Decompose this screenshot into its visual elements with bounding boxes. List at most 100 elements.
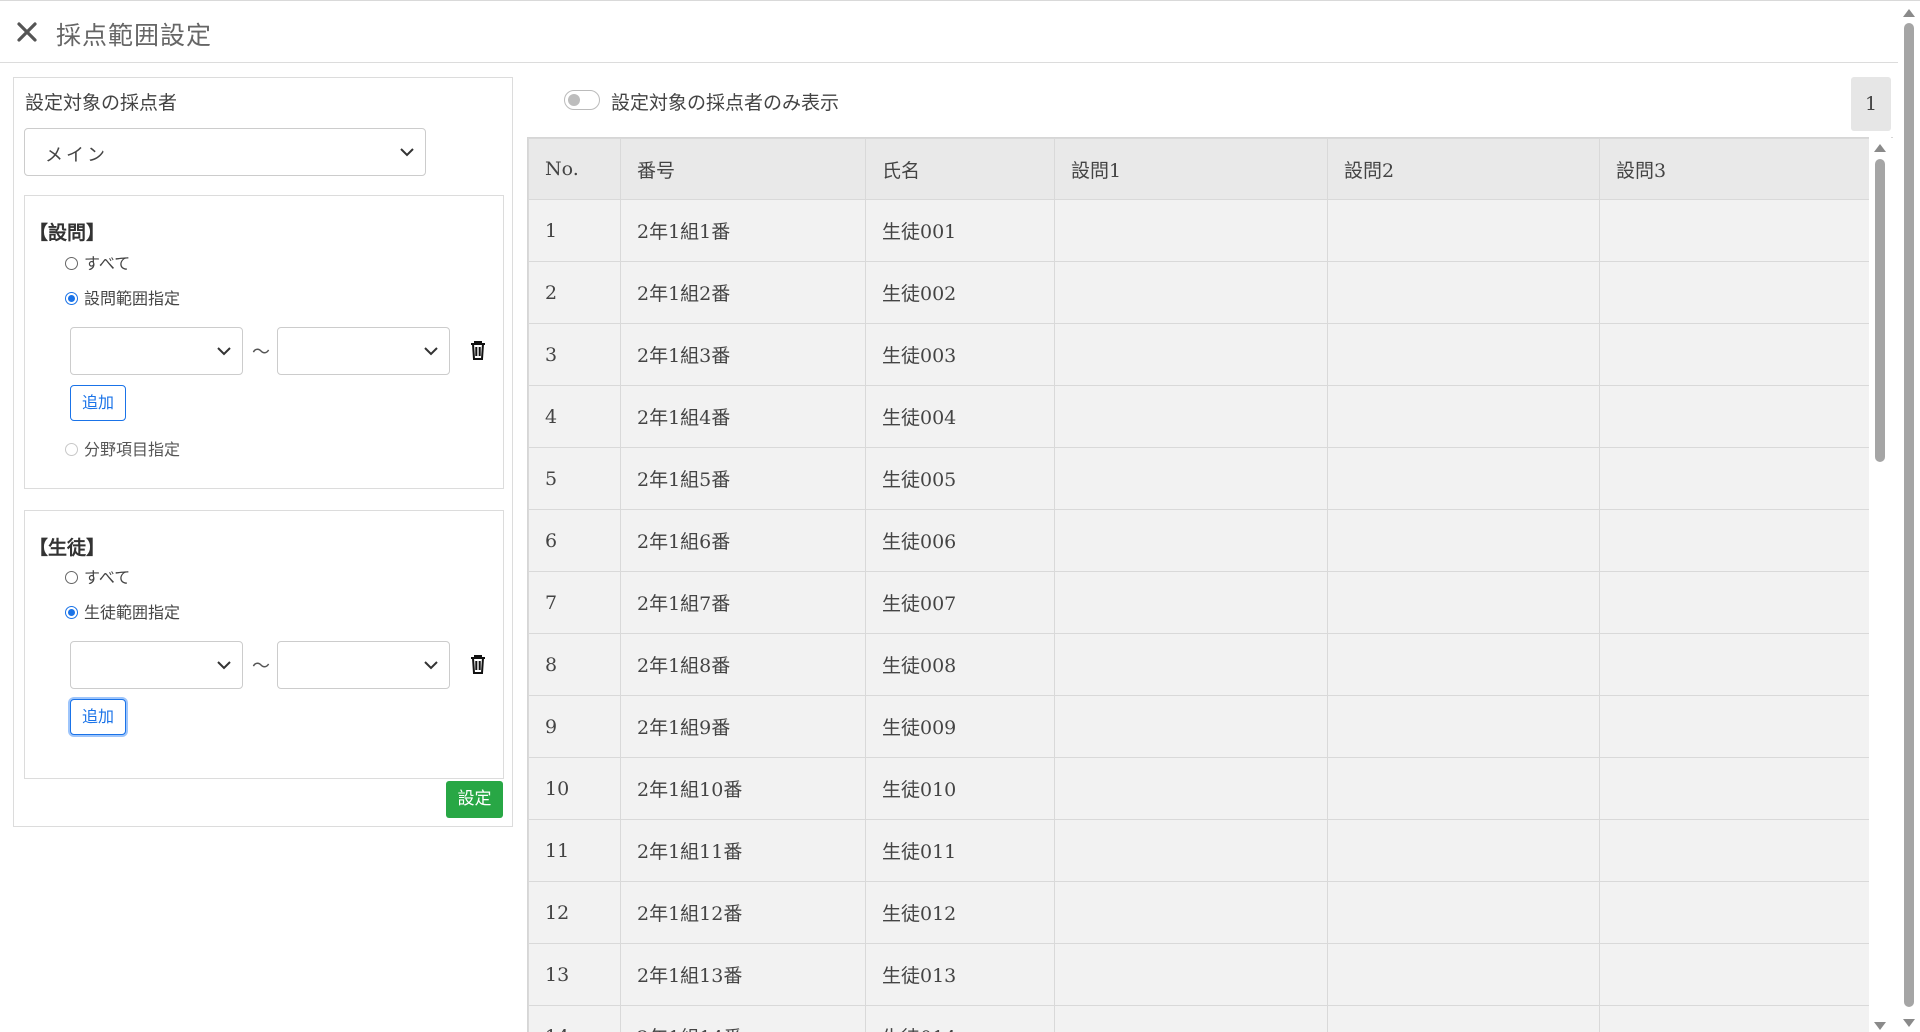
table-cell[interactable]: 生徒010 — [865, 757, 1055, 820]
table-cell[interactable]: 生徒009 — [865, 695, 1055, 758]
table-cell[interactable] — [1599, 447, 1871, 510]
table-cell[interactable] — [1327, 261, 1600, 324]
table-row[interactable]: 4 2年1組4番 生徒004 — [528, 385, 1871, 448]
table-cell[interactable] — [1054, 633, 1328, 696]
table-cell[interactable] — [1327, 881, 1600, 944]
set-button[interactable]: 設定 — [446, 781, 503, 818]
table-cell[interactable]: 生徒011 — [865, 819, 1055, 882]
table-cell[interactable] — [1054, 881, 1328, 944]
table-cell[interactable]: 8 — [528, 633, 621, 696]
scroll-up-arrow-icon[interactable] — [1874, 144, 1886, 152]
close-icon[interactable] — [14, 19, 40, 45]
table-cell[interactable] — [1054, 819, 1328, 882]
table-scrollbar-thumb[interactable] — [1875, 159, 1885, 462]
table-cell[interactable] — [1054, 509, 1328, 572]
table-row[interactable]: 142年1組14番生徒014 — [528, 1005, 1871, 1032]
table-cell[interactable]: 2年1組8番 — [620, 633, 866, 696]
table-row[interactable]: 5 2年1組5番 生徒005 — [528, 447, 1871, 510]
table-cell[interactable]: 2年1組11番 — [620, 819, 866, 882]
trash-icon[interactable] — [468, 653, 488, 675]
table-cell[interactable] — [1327, 1005, 1600, 1032]
table-row[interactable]: 12 2年1組12番 生徒012 — [528, 881, 1871, 944]
table-cell[interactable]: 2年1組10番 — [620, 757, 866, 820]
table-cell[interactable]: 5 — [528, 447, 621, 510]
table-cell[interactable]: 生徒005 — [865, 447, 1055, 510]
table-cell[interactable]: 7 — [528, 571, 621, 634]
table-cell[interactable] — [1054, 323, 1328, 386]
table-cell[interactable] — [1327, 199, 1600, 262]
table-row[interactable]: 11 2年1組11番 生徒011 — [528, 819, 1871, 882]
table-cell[interactable] — [1054, 447, 1328, 510]
table-cell[interactable] — [1327, 695, 1600, 758]
table-cell[interactable]: 生徒014 — [865, 1005, 1055, 1032]
table-cell[interactable]: 2年1組6番 — [620, 509, 866, 572]
table-cell[interactable]: 3 — [528, 323, 621, 386]
table-row[interactable]: 7 2年1組7番 生徒007 — [528, 571, 1871, 634]
table-cell[interactable]: 2年1組5番 — [620, 447, 866, 510]
table-cell[interactable] — [1599, 261, 1871, 324]
table-row[interactable]: 9 2年1組9番 生徒009 — [528, 695, 1871, 758]
table-cell[interactable]: 1 — [528, 199, 621, 262]
table-cell[interactable] — [1599, 695, 1871, 758]
table-row[interactable]: 8 2年1組8番 生徒008 — [528, 633, 1871, 696]
table-cell[interactable] — [1599, 819, 1871, 882]
table-cell[interactable]: 2年1組2番 — [620, 261, 866, 324]
table-cell[interactable] — [1054, 199, 1328, 262]
table-cell[interactable]: 生徒013 — [865, 943, 1055, 1006]
student-range-to-select[interactable] — [277, 641, 450, 689]
table-cell[interactable]: 生徒001 — [865, 199, 1055, 262]
question-add-button[interactable]: 追加 — [70, 385, 126, 421]
scroll-up-arrow-icon[interactable] — [1903, 9, 1915, 17]
table-cell[interactable]: 生徒006 — [865, 509, 1055, 572]
student-range-from-select[interactable] — [70, 641, 243, 689]
table-cell[interactable] — [1327, 943, 1600, 1006]
question-range-radio[interactable]: 設問範囲指定 — [65, 285, 180, 309]
table-cell[interactable] — [1599, 385, 1871, 448]
show-target-only-toggle[interactable] — [564, 90, 600, 110]
table-cell[interactable]: 2年1組3番 — [620, 323, 866, 386]
table-cell[interactable]: 2年1組1番 — [620, 199, 866, 262]
table-cell[interactable] — [1054, 757, 1328, 820]
table-cell[interactable] — [1599, 323, 1871, 386]
question-field-radio[interactable]: 分野項目指定 — [65, 436, 180, 460]
table-cell[interactable]: 2年1組9番 — [620, 695, 866, 758]
table-cell[interactable]: 2年1組14番 — [620, 1005, 866, 1032]
table-cell[interactable] — [1599, 509, 1871, 572]
table-cell[interactable]: 2年1組4番 — [620, 385, 866, 448]
scroll-down-arrow-icon[interactable] — [1903, 1019, 1915, 1027]
table-row[interactable]: 10 2年1組10番 生徒010 — [528, 757, 1871, 820]
table-cell[interactable] — [1327, 633, 1600, 696]
table-cell[interactable] — [1054, 695, 1328, 758]
table-cell[interactable]: 14 — [528, 1005, 621, 1032]
table-cell[interactable] — [1599, 199, 1871, 262]
table-cell[interactable] — [1327, 509, 1600, 572]
table-cell[interactable]: 生徒007 — [865, 571, 1055, 634]
scroll-down-arrow-icon[interactable] — [1874, 1022, 1886, 1030]
table-row[interactable]: 6 2年1組6番 生徒006 — [528, 509, 1871, 572]
table-cell[interactable] — [1054, 385, 1328, 448]
table-cell[interactable] — [1599, 1005, 1871, 1032]
table-cell[interactable]: 生徒004 — [865, 385, 1055, 448]
question-range-from-select[interactable] — [70, 327, 243, 375]
table-cell[interactable] — [1599, 881, 1871, 944]
table-row[interactable]: 3 2年1組3番 生徒003 — [528, 323, 1871, 386]
table-cell[interactable] — [1054, 1005, 1328, 1032]
table-cell[interactable] — [1327, 447, 1600, 510]
student-add-button[interactable]: 追加 — [70, 699, 126, 735]
table-cell[interactable] — [1599, 571, 1871, 634]
table-cell[interactable]: 生徒012 — [865, 881, 1055, 944]
table-cell[interactable] — [1327, 571, 1600, 634]
table-row[interactable]: 2 2年1組2番 生徒002 — [528, 261, 1871, 324]
question-range-to-select[interactable] — [277, 327, 450, 375]
table-cell[interactable]: 11 — [528, 819, 621, 882]
table-cell[interactable]: 10 — [528, 757, 621, 820]
table-cell[interactable]: 12 — [528, 881, 621, 944]
table-cell[interactable]: 2 — [528, 261, 621, 324]
page-scrollbar[interactable] — [1898, 1, 1920, 1032]
table-scrollbar[interactable] — [1869, 137, 1891, 1032]
table-cell[interactable] — [1599, 633, 1871, 696]
table-row[interactable]: 1 2年1組1番 生徒001 — [528, 199, 1871, 262]
trash-icon[interactable] — [468, 339, 488, 361]
table-cell[interactable]: 9 — [528, 695, 621, 758]
page-number-button[interactable]: 1 — [1851, 77, 1891, 131]
